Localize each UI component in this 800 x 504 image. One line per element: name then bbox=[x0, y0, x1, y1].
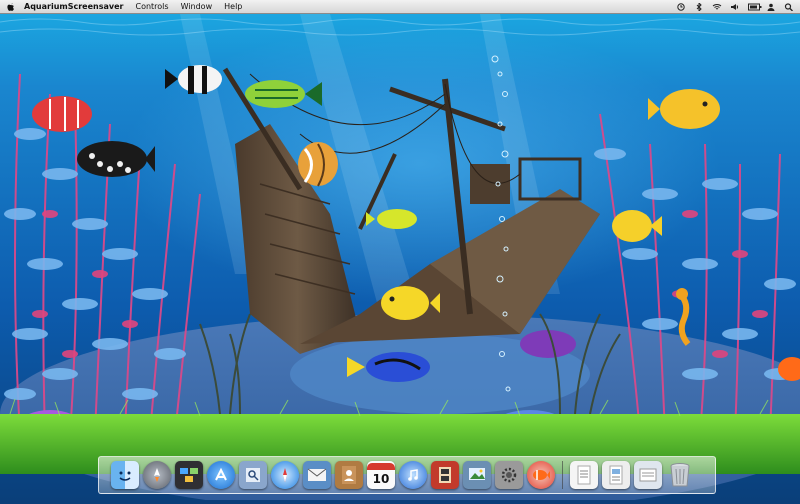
calendar-day: 10 bbox=[372, 471, 390, 486]
battery-icon[interactable] bbox=[748, 3, 762, 11]
apple-menu-icon[interactable] bbox=[6, 2, 16, 12]
document-icon[interactable] bbox=[570, 461, 598, 489]
aquarium-scene bbox=[0, 14, 800, 504]
menu-window[interactable]: Window bbox=[181, 0, 213, 13]
menu-help[interactable]: Help bbox=[224, 0, 242, 13]
app-store-icon[interactable] bbox=[207, 461, 235, 489]
menu-controls[interactable]: Controls bbox=[135, 0, 168, 13]
iphoto-icon[interactable] bbox=[463, 461, 491, 489]
aquarium-icon[interactable] bbox=[527, 461, 555, 489]
downloads-stack-icon[interactable] bbox=[634, 461, 662, 489]
volume-icon[interactable] bbox=[730, 3, 740, 11]
fish-butterflyfish bbox=[298, 142, 338, 187]
wifi-icon[interactable] bbox=[712, 3, 722, 11]
system-preferences-icon[interactable] bbox=[495, 461, 523, 489]
pages-document-icon[interactable] bbox=[602, 461, 630, 489]
time-machine-icon[interactable] bbox=[676, 2, 686, 11]
photo-booth-icon[interactable] bbox=[431, 461, 459, 489]
trash-icon[interactable] bbox=[666, 461, 694, 489]
mission-control-icon[interactable] bbox=[175, 461, 203, 489]
app-menu[interactable]: AquariumScreensaver bbox=[24, 0, 123, 13]
dock: 10 bbox=[98, 456, 716, 494]
launchpad-icon[interactable] bbox=[143, 461, 171, 489]
safari-icon[interactable] bbox=[271, 461, 299, 489]
user-icon[interactable] bbox=[766, 3, 776, 11]
menu-bar: AquariumScreensaver Controls Window Help bbox=[0, 0, 800, 14]
bluetooth-icon[interactable] bbox=[694, 1, 704, 12]
address-book-icon[interactable] bbox=[335, 461, 363, 489]
aquarium-artwork bbox=[0, 14, 800, 504]
spotlight-icon[interactable] bbox=[784, 2, 794, 11]
mail-icon[interactable] bbox=[303, 461, 331, 489]
calendar-icon[interactable]: 10 bbox=[367, 461, 395, 489]
fish-red-striped bbox=[32, 96, 92, 132]
preview-icon[interactable] bbox=[239, 461, 267, 489]
dock-separator bbox=[562, 461, 563, 489]
status-area bbox=[676, 0, 794, 13]
itunes-icon[interactable] bbox=[399, 461, 427, 489]
finder-icon[interactable] bbox=[111, 461, 139, 489]
